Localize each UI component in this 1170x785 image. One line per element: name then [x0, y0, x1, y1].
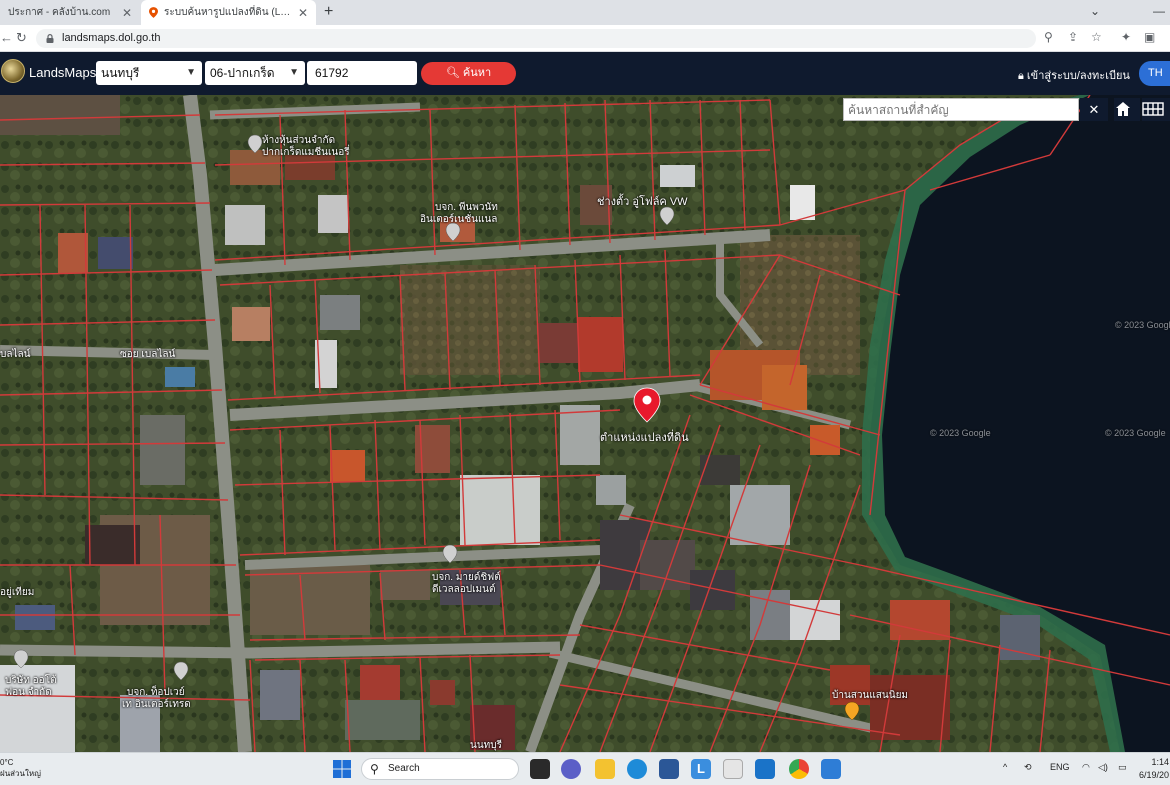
copyright-label: © 2023 Google	[1105, 428, 1166, 438]
weather-text: ฝนส่วนใหญ่	[0, 769, 41, 778]
province-value: นนทบุรี	[101, 66, 140, 80]
taskbar-search-label: Search	[388, 763, 420, 774]
url-field[interactable]: landsmaps.dol.go.th	[36, 29, 1036, 48]
windows-taskbar: 0°C ฝนส่วนใหญ่ ⚲ Search L ^ ⟲ ENG ◠ ◁) ▭…	[0, 752, 1170, 785]
taskbar-search[interactable]: ⚲ Search	[361, 758, 519, 780]
chevron-down-icon: ▼	[186, 67, 196, 78]
chevron-down-icon: ▼	[289, 67, 299, 78]
browser-tab-1[interactable]: ประกาศ - คลังบ้าน.com ✕	[0, 0, 140, 25]
brand-name: LandsMaps	[29, 65, 97, 80]
store-icon[interactable]	[659, 759, 679, 779]
map-pin-favicon-icon	[149, 7, 158, 18]
copyright-label: © 2023 Google	[930, 428, 991, 438]
department-of-lands-logo	[1, 59, 25, 83]
district-select[interactable]: 06-ปากเกร็ด ▼	[205, 61, 305, 85]
map-label[interactable]: บ้านสวนแสนนิยม	[832, 688, 908, 703]
url-text: landsmaps.dol.go.th	[62, 32, 161, 44]
file-explorer-icon[interactable]	[595, 759, 615, 779]
edge-browser-icon[interactable]	[627, 759, 647, 779]
weather-temp: 0°C	[0, 758, 14, 767]
home-icon[interactable]	[1114, 98, 1140, 121]
close-tab-icon[interactable]: ✕	[298, 6, 308, 20]
province-select[interactable]: นนทบุรี ▼	[96, 61, 202, 85]
minimize-icon[interactable]: —	[1153, 4, 1165, 18]
location-icon[interactable]: ⚲	[1044, 30, 1053, 44]
sidebar-icon[interactable]: ▣	[1144, 30, 1155, 44]
browser-tab-strip: ประกาศ - คลังบ้าน.com ✕ ระบบค้นหารูปแปลง…	[0, 0, 1170, 25]
task-view-icon[interactable]	[530, 759, 550, 779]
parcel-number-input[interactable]	[307, 61, 417, 85]
user-lock-icon: 🔒︎	[1018, 70, 1024, 82]
snipping-tool-icon[interactable]	[723, 759, 743, 779]
login-label: เข้าสู่ระบบ/ลงทะเบียน	[1026, 70, 1130, 82]
landsmaps-header: LandsMaps นนทบุรี ▼ 06-ปากเกร็ด ▼ 🔍︎ ค้น…	[0, 52, 1170, 95]
map-label[interactable]: ปากเกร็ดแมชีนเนอรี่	[262, 145, 350, 160]
clear-search-icon[interactable]: ✕	[1080, 98, 1108, 121]
weather-widget[interactable]: 0°C ฝนส่วนใหญ่	[0, 757, 41, 779]
clock-time: 1:14	[1151, 757, 1169, 767]
search-button[interactable]: 🔍︎ ค้นหา	[421, 62, 516, 85]
back-arrow-icon[interactable]: ←	[0, 30, 13, 45]
map-label[interactable]: เท อินเตอร์เทรด	[122, 697, 191, 712]
line-app-icon[interactable]: L	[691, 759, 711, 779]
clock-date: 6/19/20	[1139, 770, 1170, 780]
share-icon[interactable]: ⇪	[1068, 30, 1078, 44]
tab-title: ประกาศ - คลังบ้าน.com	[8, 7, 111, 18]
volume-icon[interactable]: ◁)	[1098, 762, 1108, 773]
copyright-label: © 2023 Google	[1115, 320, 1170, 330]
tab-search-chevron-icon[interactable]: ⌄	[1090, 4, 1100, 18]
district-value: 06-ปากเกร็ด	[210, 66, 275, 80]
new-tab-icon[interactable]: +	[324, 3, 333, 21]
map-label[interactable]: อยู่เทียม	[0, 585, 34, 600]
language-toggle[interactable]: TH	[1139, 61, 1170, 86]
search-icon: 🔍︎	[445, 67, 460, 79]
map-label[interactable]: ฟอน จำกัด	[5, 685, 52, 700]
parcel-location-label: ตำแหน่งแปลงที่ดิน	[600, 432, 689, 444]
road-label: ซอย เบลไลน์	[120, 349, 176, 360]
windows-start-icon[interactable]	[333, 760, 351, 778]
map-label[interactable]: ดีเวลลอปเมนต์	[432, 582, 495, 597]
map-label[interactable]: อินเตอร์เนชั่นแนล	[420, 212, 497, 227]
map-label[interactable]: ช่างตั้ว อู่โฟล์ค VW	[597, 192, 688, 210]
input-language[interactable]: ENG	[1050, 762, 1070, 772]
satellite-map[interactable]: ✕ ห้างหุ้นส่วนจำกัด ปากเกร็ดแมชีนเนอรี่ …	[0, 95, 1170, 752]
notepad-icon[interactable]	[755, 759, 775, 779]
bookmark-star-icon[interactable]: ☆	[1091, 30, 1102, 44]
road-label: บลไลน์	[0, 349, 31, 360]
chrome-icon[interactable]	[789, 759, 809, 779]
login-link[interactable]: 🔒︎ เข้าสู่ระบบ/ลงทะเบียน	[1018, 66, 1130, 84]
show-hidden-icons-chevron-icon[interactable]: ^	[1003, 762, 1007, 772]
reload-icon[interactable]: ↻	[16, 30, 27, 46]
grid-layers-icon[interactable]	[1142, 98, 1170, 121]
system-clock[interactable]: 1:14 6/19/20	[1139, 756, 1169, 782]
lock-icon	[46, 34, 54, 43]
map-canvas[interactable]	[0, 95, 1170, 752]
tab-title: ระบบค้นหารูปแปลงที่ดิน (LandsMaps)	[164, 7, 294, 18]
address-bar: ← ↻ landsmaps.dol.go.th ⚲ ⇪ ☆ ✦ ▣	[0, 25, 1170, 52]
teams-chat-icon[interactable]	[561, 759, 581, 779]
extensions-icon[interactable]: ✦	[1121, 30, 1131, 44]
close-tab-icon[interactable]: ✕	[122, 6, 132, 20]
search-icon: ⚲	[370, 762, 379, 776]
photos-icon[interactable]	[821, 759, 841, 779]
place-search-input[interactable]	[843, 98, 1079, 121]
search-button-label: ค้นหา	[462, 67, 492, 79]
onedrive-sync-icon[interactable]: ⟲	[1024, 762, 1032, 773]
road-label: นนทบุรี	[470, 740, 502, 751]
wifi-icon[interactable]: ◠	[1082, 762, 1090, 773]
battery-icon[interactable]: ▭	[1118, 762, 1127, 773]
browser-tab-2[interactable]: ระบบค้นหารูปแปลงที่ดิน (LandsMaps) ✕	[141, 0, 316, 25]
